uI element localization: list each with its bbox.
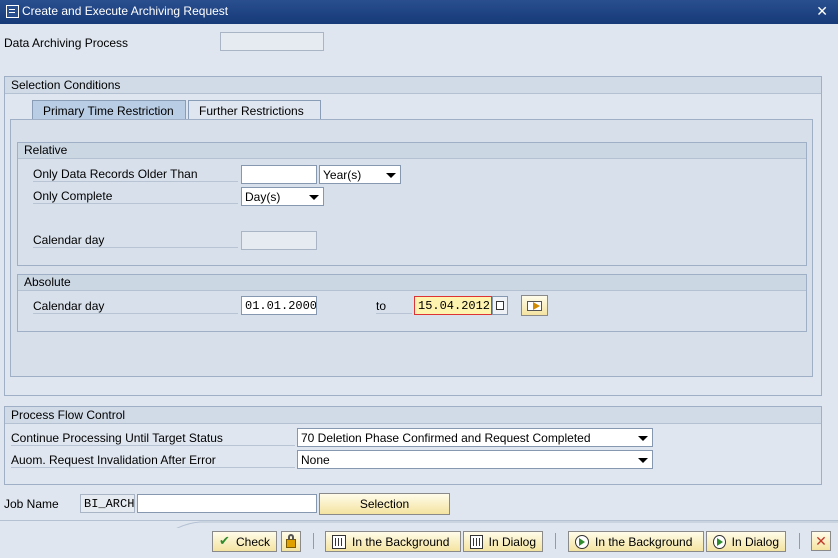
- check-icon: [219, 533, 230, 549]
- chevron-down-icon: [309, 195, 319, 200]
- absolute-title: Absolute: [18, 275, 806, 291]
- check-button-label: Check: [235, 534, 270, 549]
- window-close-button[interactable]: ✕: [816, 3, 828, 20]
- background-job-icon: [332, 534, 346, 549]
- toolbar-separator: [555, 533, 556, 549]
- background-button-2[interactable]: In the Background: [568, 531, 704, 552]
- older-than-unit-select[interactable]: Year(s): [319, 165, 401, 184]
- execute-icon: [713, 534, 726, 549]
- title-bar: Create and Execute Archiving Request ✕: [0, 0, 838, 24]
- background-button-1[interactable]: In the Background: [325, 531, 461, 552]
- invalidation-select[interactable]: None: [297, 450, 653, 469]
- footer-divider: [0, 520, 838, 528]
- calendar-picker-icon[interactable]: [492, 296, 508, 315]
- chevron-down-icon: [638, 436, 648, 441]
- only-complete-select[interactable]: Day(s): [241, 187, 324, 206]
- to-label: to: [376, 299, 412, 314]
- older-than-input[interactable]: [241, 165, 317, 184]
- dialog-button-1-label: In Dialog: [488, 534, 536, 549]
- chevron-down-icon: [386, 173, 396, 178]
- target-status-value: 70 Deletion Phase Confirmed and Request …: [301, 431, 591, 445]
- lock-icon: [286, 539, 296, 548]
- relative-title: Relative: [18, 143, 806, 159]
- target-status-label: Continue Processing Until Target Status: [11, 431, 295, 446]
- dialog-job-icon: [470, 534, 483, 549]
- background-button-2-label: In the Background: [595, 534, 693, 549]
- dialog-button-2-label: In Dialog: [731, 534, 779, 549]
- process-flow-title: Process Flow Control: [5, 407, 821, 424]
- multiple-selection-button[interactable]: [521, 295, 548, 316]
- window-title: Create and Execute Archiving Request: [22, 4, 229, 18]
- process-label: Data Archiving Process: [4, 36, 129, 50]
- relative-calday-field[interactable]: [241, 231, 317, 250]
- dialog-button-1[interactable]: In Dialog: [463, 531, 543, 552]
- older-than-label: Only Data Records Older Than: [33, 167, 238, 182]
- cancel-button[interactable]: ✕: [811, 531, 831, 551]
- invalidation-value: None: [301, 453, 330, 467]
- date-from-input[interactable]: 01.01.2000: [241, 296, 317, 315]
- only-complete-value: Day(s): [245, 190, 281, 204]
- background-button-1-label: In the Background: [352, 534, 450, 549]
- process-field[interactable]: [220, 32, 324, 51]
- date-to-input[interactable]: 15.04.2012: [414, 296, 492, 315]
- invalidation-label: Auom. Request Invalidation After Error: [11, 453, 295, 468]
- check-button[interactable]: Check: [212, 531, 277, 552]
- job-name-prefix: BI_ARCH: [80, 494, 135, 513]
- only-complete-label: Only Complete: [33, 189, 238, 204]
- toolbar-separator: [799, 533, 800, 549]
- tab-primary-time-restriction[interactable]: Primary Time Restriction: [32, 100, 186, 120]
- dialog-button-2[interactable]: In Dialog: [706, 531, 786, 552]
- lock-button[interactable]: [281, 531, 301, 552]
- selection-button[interactable]: Selection: [319, 493, 450, 515]
- document-edit-icon: [6, 5, 19, 18]
- execute-icon: [575, 534, 589, 549]
- target-status-select[interactable]: 70 Deletion Phase Confirmed and Request …: [297, 428, 653, 447]
- chevron-down-icon: [638, 458, 648, 463]
- absolute-calday-label: Calendar day: [33, 299, 238, 314]
- job-name-label: Job Name: [4, 497, 59, 511]
- job-name-input[interactable]: [137, 494, 317, 513]
- selection-conditions-title: Selection Conditions: [5, 77, 821, 94]
- toolbar-separator: [313, 533, 314, 549]
- tab-further-restrictions[interactable]: Further Restrictions: [188, 100, 321, 120]
- older-than-unit-value: Year(s): [323, 168, 362, 182]
- relative-calday-label: Calendar day: [33, 233, 238, 248]
